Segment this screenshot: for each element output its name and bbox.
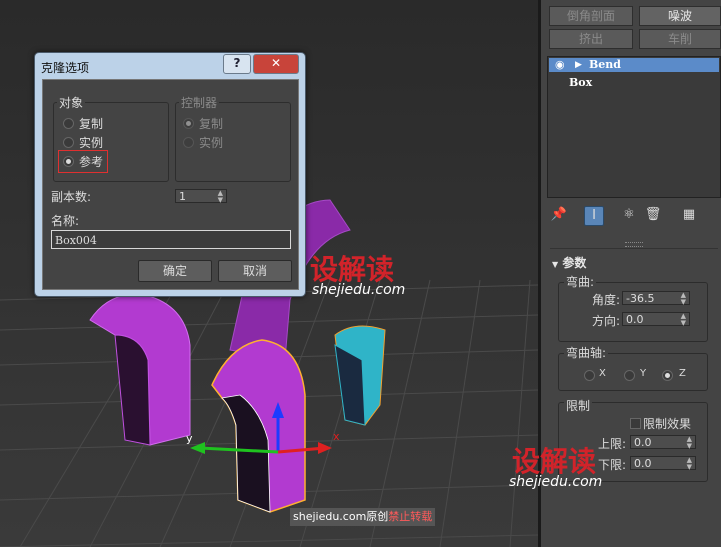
controller-copy-radio: [183, 118, 194, 129]
upper-limit-label: 上限:: [598, 437, 627, 451]
extrude-button[interactable]: 挤出: [549, 29, 633, 49]
watermark-site: shejiedu.com: [312, 282, 406, 298]
instance-label: 实例: [79, 136, 104, 150]
ok-button[interactable]: 确定: [138, 260, 212, 282]
angle-value: -36.5: [626, 292, 655, 305]
lathe-button[interactable]: 车削: [639, 29, 721, 49]
direction-label: 方向:: [592, 314, 621, 328]
axis-x-radio[interactable]: [584, 370, 595, 381]
reference-radio[interactable]: [63, 156, 74, 167]
rollout-title: 参数: [562, 256, 587, 270]
direction-value: 0.0: [626, 313, 644, 326]
lower-limit-label: 下限:: [598, 458, 627, 472]
name-label: 名称:: [51, 214, 80, 228]
object-group-label: 对象: [57, 94, 86, 111]
rollout-parameters-header[interactable]: ▼ 参数: [552, 254, 586, 271]
watermark-site-2: shejiedu.com: [509, 474, 603, 490]
close-button[interactable]: ✕: [253, 54, 299, 74]
controller-instance-label: 实例: [199, 136, 224, 150]
stack-label-bend: Bend: [589, 58, 621, 71]
dialog-title: 克隆选项: [41, 61, 90, 75]
axis-x-label: X: [599, 368, 606, 379]
remove-modifier-icon[interactable]: 🗑: [644, 206, 662, 224]
spinner-arrows-icon[interactable]: ▲ ▼: [687, 436, 692, 450]
gizmo-x-label: x: [333, 430, 340, 443]
spinner-arrows-icon[interactable]: ▲ ▼: [681, 313, 686, 327]
stack-item-bend[interactable]: ◉ ▶ Bend: [549, 58, 719, 72]
bend-group-label: 弯曲:: [564, 273, 597, 290]
modifier-stack: ◉ ▶ Bend Box: [547, 56, 721, 198]
copy-label: 复制: [79, 117, 104, 131]
angle-label: 角度:: [592, 293, 621, 307]
footer-watermark: shejiedu.com原创禁止转载: [290, 508, 436, 526]
lower-limit-value: 0.0: [634, 457, 652, 470]
cancel-button[interactable]: 取消: [218, 260, 292, 282]
upper-limit-value: 0.0: [634, 436, 652, 449]
stack-label-box: Box: [569, 76, 593, 89]
stack-item-box[interactable]: Box: [549, 76, 719, 90]
dialog-body: 对象 复制 实例 参考 控制器 复制 实例 副本数: 1 ▲ ▼ 名称: Box0…: [42, 79, 299, 290]
limit-effect-label: 限制效果: [643, 417, 692, 431]
controller-group-label: 控制器: [179, 94, 220, 111]
gizmo-y-label: y: [186, 432, 193, 445]
reference-label: 参考: [79, 155, 104, 169]
bevel-profile-button[interactable]: 倒角剖面: [549, 6, 633, 26]
upper-limit-spinner[interactable]: 0.0 ▲ ▼: [630, 435, 696, 450]
spinner-arrows-icon[interactable]: ▲ ▼: [218, 190, 223, 204]
lower-limit-spinner[interactable]: 0.0 ▲ ▼: [630, 456, 696, 471]
collapse-icon: ▼: [552, 260, 559, 269]
spinner-arrows-icon[interactable]: ▲ ▼: [687, 457, 692, 471]
controller-copy-label: 复制: [199, 117, 224, 131]
name-input[interactable]: Box004: [51, 230, 291, 249]
copies-value: 1: [179, 190, 186, 203]
limit-effect-checkbox[interactable]: [630, 418, 641, 429]
panel-separator: [550, 248, 718, 249]
panel-resize-handle[interactable]: [625, 242, 643, 247]
angle-spinner[interactable]: -36.5 ▲ ▼: [622, 291, 690, 306]
copy-radio[interactable]: [63, 118, 74, 129]
clone-options-dialog: 克隆选项 ? ✕ 对象 复制 实例 参考 控制器 复制 实例 副本数: 1 ▲ ▼…: [34, 52, 306, 297]
show-end-result-icon[interactable]: Ⅰ: [584, 206, 604, 226]
axis-y-label: Y: [640, 368, 647, 379]
noise-button[interactable]: 噪波: [639, 6, 721, 26]
copies-spinner[interactable]: 1 ▲ ▼: [175, 189, 227, 204]
footer-site: shejiedu.com原创: [293, 510, 389, 523]
limits-label: 限制: [564, 397, 593, 414]
direction-spinner[interactable]: 0.0 ▲ ▼: [622, 312, 690, 327]
bend-axis-label: 弯曲轴:: [564, 344, 609, 361]
copies-label: 副本数:: [51, 190, 92, 204]
controller-instance-radio: [183, 137, 194, 148]
pin-stack-icon[interactable]: 📌: [550, 206, 568, 224]
instance-radio[interactable]: [63, 137, 74, 148]
eye-icon[interactable]: ◉: [555, 58, 565, 72]
help-button[interactable]: ?: [223, 54, 251, 74]
axis-y-radio[interactable]: [624, 370, 635, 381]
make-unique-icon[interactable]: ⚛: [620, 206, 638, 224]
axis-z-radio[interactable]: [662, 370, 673, 381]
axis-z-label: Z: [679, 368, 686, 379]
expand-arrow-icon[interactable]: ▶: [575, 58, 582, 72]
footer-warning: 禁止转载: [388, 510, 433, 523]
configure-sets-icon[interactable]: ▦: [680, 206, 698, 224]
spinner-arrows-icon[interactable]: ▲ ▼: [681, 292, 686, 306]
